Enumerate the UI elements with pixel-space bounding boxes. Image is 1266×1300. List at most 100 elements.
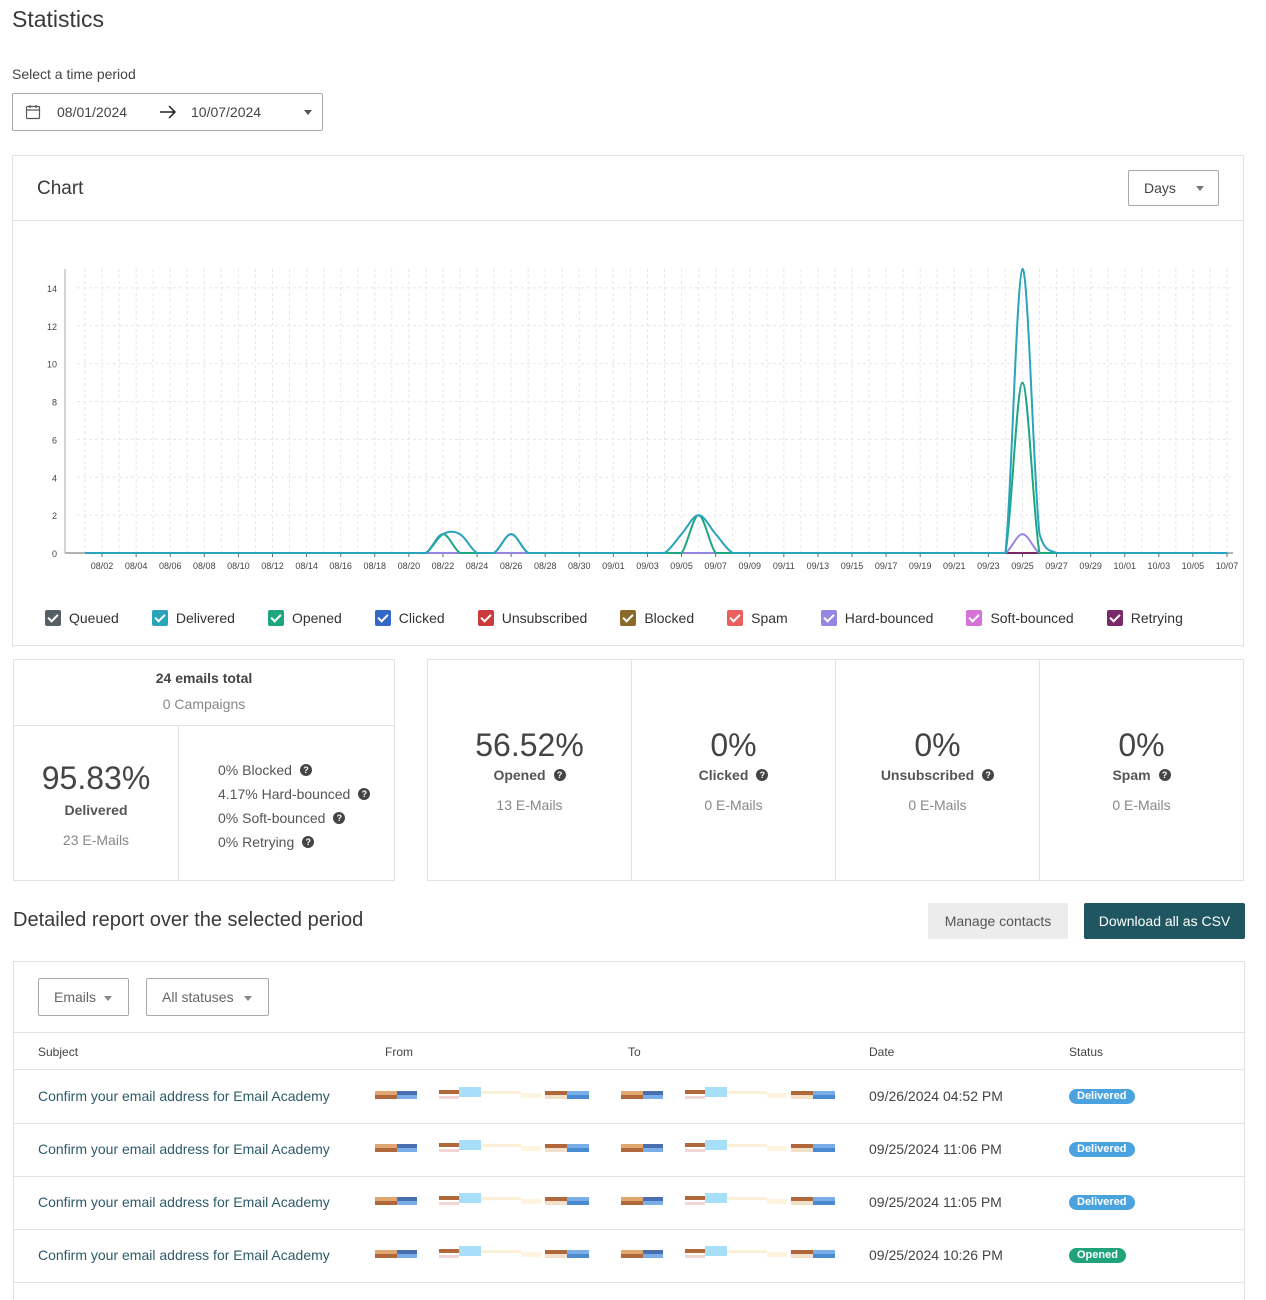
checkbox-icon[interactable]: [727, 610, 744, 626]
x-tick-label: 10/03: [1148, 561, 1171, 571]
download-csv-button[interactable]: Download all as CSV: [1084, 903, 1245, 939]
x-tick-label: 09/19: [909, 561, 932, 571]
legend-item[interactable]: Clicked: [374, 610, 445, 626]
legend-item[interactable]: Opened: [267, 610, 342, 626]
status-filter-value: All statuses: [162, 989, 234, 1005]
help-icon[interactable]: ?: [299, 764, 312, 776]
legend-label: Queued: [69, 610, 119, 626]
legend-label: Soft-bounced: [990, 610, 1074, 626]
row-date: 09/25/2024 11:06 PM: [869, 1141, 1002, 1157]
y-tick-label: 14: [47, 284, 57, 294]
delivered-percent: 95.83%: [41, 760, 151, 796]
y-tick-label: 4: [52, 473, 57, 483]
x-tick-label: 08/22: [432, 561, 455, 571]
column-date[interactable]: Date: [869, 1045, 894, 1059]
column-status[interactable]: Status: [1069, 1045, 1103, 1059]
spam-stat-card: 0% Spam? 0 E-Mails: [1039, 659, 1244, 881]
y-tick-label: 12: [47, 322, 57, 332]
table-row[interactable]: Confirm your email address for Email Aca…: [14, 1177, 1244, 1230]
help-icon[interactable]: ?: [553, 769, 566, 781]
table-row[interactable]: Confirm your email address for Email Aca…: [14, 1124, 1244, 1177]
help-icon[interactable]: ?: [982, 769, 995, 781]
legend-label: Clicked: [398, 610, 445, 626]
column-subject[interactable]: Subject: [38, 1045, 78, 1059]
x-tick-label: 09/11: [773, 561, 795, 571]
column-from[interactable]: From: [385, 1045, 413, 1059]
unsubscribed-label: Unsubscribed?: [881, 767, 995, 783]
checkbox-icon[interactable]: [966, 610, 983, 626]
checkbox-icon[interactable]: [151, 610, 168, 626]
end-date[interactable]: 10/07/2024: [191, 104, 261, 120]
line-chart: 0 2 4 6 8 10 12 14 08/02 08/04 08/06 08/08 08/10 08/1…: [47, 267, 1238, 571]
legend-label: Hard-bounced: [844, 610, 934, 626]
sender-redacted: [375, 1246, 591, 1265]
chevron-down-icon: [1196, 186, 1204, 191]
legend-item[interactable]: Hard-bounced: [820, 610, 934, 626]
manage-contacts-button[interactable]: Manage contacts: [928, 903, 1068, 939]
row-subject[interactable]: Confirm your email address for Email Aca…: [38, 1141, 330, 1157]
chart-title: Chart: [37, 178, 84, 199]
row-date: 09/25/2024 11:05 PM: [869, 1194, 1002, 1210]
opened-label: Opened?: [493, 767, 566, 783]
breakdown-label: 0% Retrying: [218, 834, 295, 850]
x-tick-label: 08/26: [500, 561, 523, 571]
stat-label-text: Clicked: [698, 767, 749, 783]
checkbox-icon[interactable]: [45, 610, 61, 626]
status-badge: Delivered: [1069, 1195, 1135, 1210]
x-tick-label: 09/25: [1011, 561, 1034, 571]
type-filter-dropdown[interactable]: Emails: [38, 978, 129, 1016]
x-tick-label: 08/08: [193, 561, 216, 571]
breakdown-label: 0% Soft-bounced: [218, 810, 326, 826]
breakdown-blocked: 0% Blocked?: [218, 758, 370, 782]
granularity-dropdown[interactable]: Days: [1128, 170, 1219, 206]
checkbox-icon[interactable]: [820, 610, 837, 626]
help-icon[interactable]: ?: [358, 788, 371, 800]
report-table: Emails All statuses Subject From To Date…: [13, 961, 1245, 1300]
emails-total: 24 emails total: [155, 670, 253, 686]
row-subject[interactable]: Confirm your email address for Email Aca…: [38, 1088, 330, 1104]
help-icon[interactable]: ?: [302, 836, 315, 848]
opened-count: 13 E-Mails: [496, 797, 563, 813]
legend-label: Retrying: [1130, 610, 1183, 626]
unsubscribed-stat-card: 0% Unsubscribed? 0 E-Mails: [835, 659, 1040, 881]
legend-item[interactable]: Spam: [727, 610, 788, 626]
x-tick-label: 08/24: [466, 561, 489, 571]
legend-item[interactable]: Retrying: [1106, 610, 1183, 626]
x-tick-label: 09/07: [704, 561, 727, 571]
legend-label: Blocked: [644, 610, 695, 626]
status-filter-dropdown[interactable]: All statuses: [146, 978, 269, 1016]
breakdown-label: 0% Blocked: [218, 762, 292, 778]
checkbox-icon[interactable]: [620, 610, 637, 626]
legend-item[interactable]: Soft-bounced: [966, 610, 1074, 626]
help-icon[interactable]: ?: [756, 769, 769, 781]
x-tick-label: 09/27: [1045, 561, 1068, 571]
page-title: Statistics: [12, 6, 105, 32]
status-badge: Opened: [1069, 1248, 1126, 1263]
help-icon[interactable]: ?: [333, 812, 346, 824]
column-to[interactable]: To: [628, 1045, 641, 1059]
legend-item[interactable]: Blocked: [620, 610, 694, 626]
row-subject[interactable]: Confirm your email address for Email Aca…: [38, 1247, 330, 1263]
legend-item[interactable]: Delivered: [151, 610, 235, 626]
checkbox-icon[interactable]: [267, 610, 284, 626]
campaigns-count: 0 Campaigns: [162, 696, 246, 712]
help-icon[interactable]: ?: [1158, 769, 1171, 781]
delivered-label: Delivered: [64, 802, 128, 818]
opened-percent: 56.52%: [475, 727, 584, 763]
checkbox-icon[interactable]: [477, 610, 494, 626]
row-subject[interactable]: Confirm your email address for Email Aca…: [38, 1194, 330, 1210]
x-tick-label: 08/06: [159, 561, 182, 571]
checkbox-icon[interactable]: [374, 610, 391, 626]
x-tick-label: 09/01: [602, 561, 625, 571]
legend-item[interactable]: Queued: [45, 610, 119, 626]
x-tick-label: 08/16: [329, 561, 352, 571]
start-date[interactable]: 08/01/2024: [57, 104, 127, 120]
summary-card: 24 emails total 0 Campaigns 95.83% Deliv…: [13, 659, 395, 881]
date-range-picker[interactable]: 08/01/2024 10/07/2024: [12, 93, 323, 131]
table-row[interactable]: Confirm your email address for Email Aca…: [14, 1071, 1244, 1124]
x-tick-label: 08/18: [363, 561, 386, 571]
table-row[interactable]: Confirm your email address for Email Aca…: [14, 1230, 1244, 1283]
table-header: Subject From To Date Status: [14, 1032, 1244, 1070]
checkbox-icon[interactable]: [1106, 610, 1123, 626]
legend-item[interactable]: Unsubscribed: [477, 610, 587, 626]
